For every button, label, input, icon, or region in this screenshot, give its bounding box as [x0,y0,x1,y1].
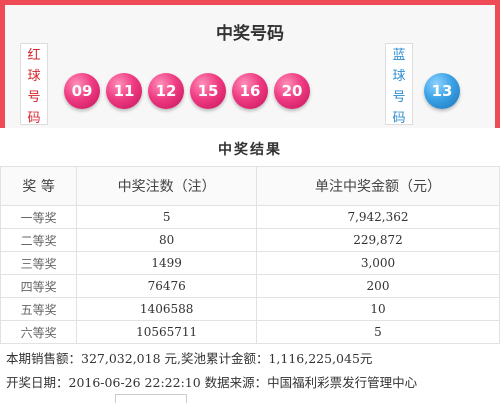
results-table: 奖 等 中奖注数（注） 单注中奖金额（元） 一等奖 5 7,942,362 二等… [0,166,500,344]
red-ball: 16 [232,73,268,109]
prize-amount: 10 [256,297,500,321]
prize-level: 四等奖 [0,274,78,298]
table-row: 五等奖 1406588 10 [0,297,500,321]
header-count: 中奖注数（注） [76,166,257,206]
red-ball: 20 [274,73,310,109]
prize-level: 二等奖 [0,228,78,252]
blue-ball: 13 [424,73,460,109]
blue-label-char: 号 [392,90,406,105]
blue-label-char: 码 [392,111,406,126]
table-row: 一等奖 5 7,942,362 [0,205,500,229]
red-ball: 15 [190,73,226,109]
winner-count: 1406588 [76,297,257,321]
blue-label-char: 球 [392,69,406,84]
prize-level: 六等奖 [0,320,78,344]
bottom-button-edge[interactable] [115,394,187,403]
blue-label-char: 蓝 [392,48,406,63]
prize-amount: 5 [256,320,500,344]
winner-count: 76476 [76,274,257,298]
red-ball: 11 [106,73,142,109]
red-ball-label: 红 球 号 码 [20,43,48,126]
table-header-row: 奖 等 中奖注数（注） 单注中奖金额（元） [0,166,500,206]
draw-date-info: 开奖日期：2016-06-26 22:22:10 数据来源：中国福利彩票发行管理… [6,375,418,390]
table-row: 六等奖 10565711 5 [0,320,500,344]
header-amount: 单注中奖金额（元） [256,166,500,206]
table-row: 二等奖 80 229,872 [0,228,500,252]
winner-count: 10565711 [76,320,257,344]
winner-count: 1499 [76,251,257,275]
prize-level: 三等奖 [0,251,78,275]
results-title: 中奖结果 [218,142,282,158]
prize-level: 一等奖 [0,205,78,229]
prize-level: 五等奖 [0,297,78,321]
red-ball: 09 [64,73,100,109]
blue-ball-label: 蓝 球 号 码 [385,43,413,126]
red-label-char: 球 [27,69,41,84]
table-row: 三等奖 1499 3,000 [0,251,500,275]
table-row: 四等奖 76476 200 [0,274,500,298]
prize-amount: 3,000 [256,251,500,275]
header-level: 奖 等 [0,166,78,206]
winner-count: 80 [76,228,257,252]
red-ball: 12 [148,73,184,109]
winning-numbers-title: 中奖号码 [216,24,284,44]
winner-count: 5 [76,205,257,229]
prize-amount: 229,872 [256,228,500,252]
prize-amount: 7,942,362 [256,205,500,229]
sales-info: 本期销售额：327,032,018 元,奖池累计金额：1,116,225,045… [6,351,373,366]
red-label-char: 红 [27,48,41,63]
red-label-char: 号 [27,90,41,105]
prize-amount: 200 [256,274,500,298]
winning-numbers-panel: 中奖号码 红 球 号 码 09 11 12 15 16 20 蓝 球 号 码 1… [5,5,495,128]
red-label-char: 码 [27,111,41,126]
